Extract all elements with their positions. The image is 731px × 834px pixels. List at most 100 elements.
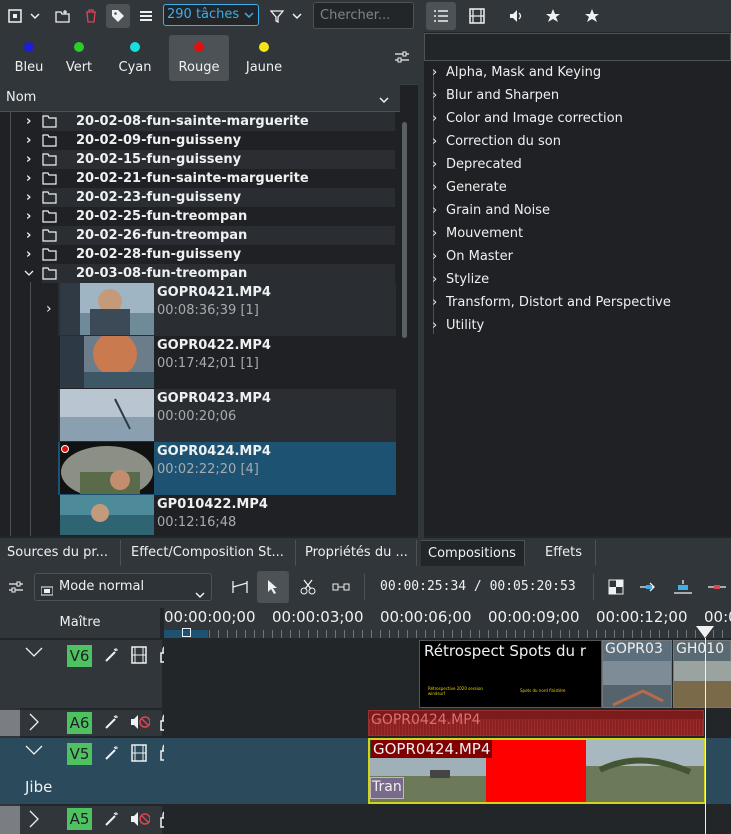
bin-search-input[interactable]: Chercher... (313, 2, 414, 29)
tab-properties[interactable]: Propriétés du ... (298, 540, 417, 566)
chevron-down-icon[interactable] (289, 5, 305, 27)
track-lane-a5[interactable] (164, 806, 731, 834)
filter-cyan-button[interactable]: Cyan (106, 35, 164, 81)
track-lane-a6[interactable]: GOPR0424.MP4 (164, 710, 731, 736)
tab-effect-composition-stack[interactable]: Effect/Composition St... (124, 540, 296, 566)
effects-wand-icon[interactable] (104, 714, 120, 734)
split-view-icon[interactable] (605, 576, 627, 598)
mute-icon[interactable] (130, 714, 151, 734)
title-clip[interactable]: Rétrospect Spots du r Rétrospective 2020… (419, 640, 602, 708)
track-lane-v6[interactable]: Rétrospect Spots du r Rétrospective 2020… (164, 640, 731, 708)
spacer-icon[interactable] (330, 576, 352, 598)
effects-wand-icon[interactable] (104, 647, 120, 667)
delete-icon[interactable] (80, 5, 102, 27)
track-lane-v5[interactable]: GOPR0424.MP4 Tran (164, 738, 731, 804)
track-header-v6: V6 (20, 640, 174, 708)
effect-category[interactable]: › Transform, Distort and Perspective (432, 295, 671, 310)
audio-clip[interactable]: GOPR0424.MP4 (368, 710, 704, 736)
spacer-tool-icon[interactable] (229, 576, 251, 598)
effects-wand-icon[interactable] (104, 745, 120, 765)
filter-yellow-button[interactable]: Jaune (235, 35, 293, 81)
effect-category[interactable]: › Blur and Sharpen (432, 88, 559, 103)
folder-row[interactable]: › 20-02-15-fun-guisseny (26, 150, 395, 169)
edit-mode-combo[interactable]: Mode normal (34, 573, 212, 601)
track-name[interactable]: Jibe (25, 778, 52, 796)
folder-row[interactable]: › 20-02-28-fun-guisseny (26, 245, 395, 264)
clip-duration: 00:00:20;06 (157, 409, 237, 424)
clip-row[interactable]: GOPR0422.MP4 00:17:42;01 [1] (58, 336, 396, 389)
track-tag[interactable]: V6 (67, 645, 92, 667)
collapse-chevron-icon[interactable] (25, 646, 43, 662)
track-tag[interactable]: A6 (67, 712, 92, 734)
filter-red-button[interactable]: Rouge (169, 35, 229, 81)
effects-wand-icon[interactable] (104, 811, 120, 831)
tab-compositions[interactable]: Compositions (421, 540, 525, 566)
folder-row[interactable]: › 20-02-08-fun-sainte-marguerite (26, 112, 395, 131)
transition-clip[interactable]: Tran (370, 777, 404, 799)
tag-icon[interactable] (106, 4, 130, 28)
tab-project-sources[interactable]: Sources du pr... (0, 540, 121, 566)
filter-icon[interactable] (266, 5, 288, 27)
film-icon[interactable] (131, 646, 147, 668)
overwrite-icon[interactable] (672, 576, 694, 598)
mute-icon[interactable] (130, 811, 151, 831)
film-icon[interactable] (131, 744, 147, 766)
clip-row-selected[interactable]: GOPR0424.MP4 00:02:22;20 [4] (58, 442, 396, 495)
folder-label: 20-02-23-fun-guisseny (76, 190, 242, 205)
settings-sliders-icon[interactable] (391, 46, 413, 68)
audio-effects-icon[interactable] (505, 5, 527, 27)
folder-open-icon (42, 266, 58, 286)
effect-category[interactable]: › On Master (432, 249, 513, 264)
clip-row[interactable]: GP010422.MP4 00:12:16;48 (58, 495, 396, 535)
clip-row[interactable]: › GOPR0421.MP4 00:08:36;39 [1] (46, 283, 396, 336)
effect-category[interactable]: › Deprecated (432, 157, 522, 172)
add-folder-icon[interactable] (52, 5, 74, 27)
effect-category[interactable]: › Stylize (432, 272, 489, 287)
effect-category[interactable]: › Generate (432, 180, 507, 195)
menu-icon[interactable] (135, 5, 157, 27)
extract-icon[interactable] (706, 576, 728, 598)
timeline-settings-icon[interactable] (5, 576, 27, 598)
effect-category[interactable]: › Alpha, Mask and Keying (432, 65, 601, 80)
collapse-chevron-icon[interactable] (25, 744, 43, 760)
insert-icon[interactable] (638, 576, 660, 598)
track-tag[interactable]: A5 (67, 808, 92, 830)
favorites-star-icon[interactable] (581, 5, 603, 27)
video-clip[interactable]: GOPR03 (602, 640, 672, 708)
effect-category[interactable]: › Utility (432, 318, 484, 333)
timeline-ruler[interactable]: 00:00:00;00 00:00:03;00 00:00:06;00 00:0… (164, 608, 731, 638)
video-clip-selected[interactable]: GOPR0424.MP4 Tran (368, 738, 706, 804)
video-effects-icon[interactable] (466, 5, 488, 27)
effect-category[interactable]: › Mouvement (432, 226, 523, 241)
pane-splitter[interactable] (418, 0, 424, 538)
video-clip[interactable]: GH010 (673, 640, 731, 708)
expand-chevron-icon[interactable] (28, 810, 40, 832)
timecode-display: 00:00:25:34 / 00:05:20:53 (380, 579, 576, 594)
task-count-combo[interactable]: 290 tâches (163, 4, 259, 26)
folder-row[interactable]: › 20-02-23-fun-guisseny (26, 188, 395, 207)
effect-category[interactable]: › Color and Image correction (432, 111, 623, 126)
chevron-down-icon[interactable] (27, 5, 43, 27)
tab-effects[interactable]: Effets (538, 540, 596, 566)
folder-row[interactable]: › 20-02-21-fun-sainte-marguerite (26, 169, 395, 188)
expand-chevron-icon[interactable] (28, 713, 40, 735)
master-button[interactable]: Maître (0, 608, 162, 638)
list-view-icon[interactable] (426, 2, 456, 30)
folder-row[interactable]: › 20-02-09-fun-guisseny (26, 131, 395, 150)
track-tag[interactable]: V5 (67, 743, 92, 765)
custom-effects-icon[interactable] (543, 5, 565, 27)
razor-tool-icon[interactable] (297, 576, 319, 598)
zone-handle[interactable] (182, 628, 191, 637)
tree-column-header[interactable]: Nom (0, 84, 400, 112)
effect-category[interactable]: › Grain and Noise (432, 203, 550, 218)
tree-scrollbar[interactable] (402, 122, 407, 338)
effect-category[interactable]: › Correction du son (432, 134, 561, 149)
effects-search-input[interactable] (424, 33, 731, 61)
folder-row-expanded[interactable]: 20-03-08-fun-treompan (24, 264, 395, 286)
folder-row[interactable]: › 20-02-26-fun-treompan (26, 226, 395, 245)
clip-row[interactable]: GOPR0423.MP4 00:00:20;06 (58, 389, 396, 442)
add-clip-icon[interactable] (4, 5, 26, 27)
select-tool-icon[interactable] (257, 571, 289, 603)
filter-green-button[interactable]: Vert (50, 35, 108, 81)
folder-row[interactable]: › 20-02-25-fun-treompan (26, 207, 395, 226)
